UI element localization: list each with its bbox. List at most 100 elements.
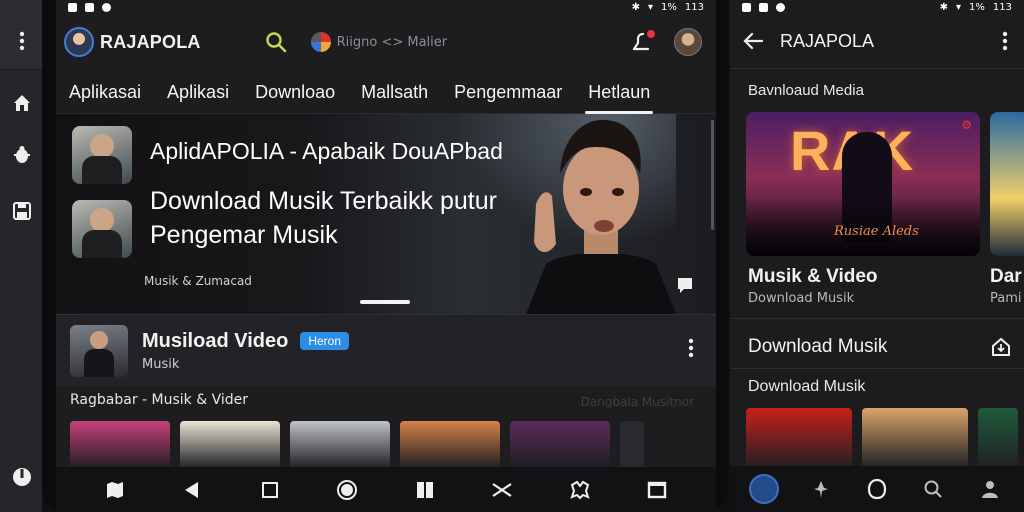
carousel-indicator <box>360 300 410 304</box>
brand-title: RAJAPOLA <box>100 31 201 52</box>
nav-home-icon[interactable] <box>862 474 892 504</box>
divider <box>730 68 1024 69</box>
download-house-icon[interactable] <box>990 336 1012 358</box>
tab-aplikasi[interactable]: Aplikasi <box>154 70 242 114</box>
status-time: 113 <box>684 1 704 13</box>
list-item-subtitle: Musik <box>142 356 180 372</box>
window-icon[interactable] <box>645 478 669 502</box>
list-item-badge: Heron <box>300 332 350 350</box>
status-bar: ✱ ▾ 1% 113 <box>56 0 716 14</box>
clock-icon <box>102 2 111 12</box>
system-nav-bar <box>56 467 716 512</box>
hero-caption: Musik & Zumacad <box>144 274 252 288</box>
nav-search-icon[interactable] <box>918 474 948 504</box>
media-card[interactable] <box>620 421 644 469</box>
section-link[interactable]: Dangbala Musitnor <box>581 395 694 409</box>
card-art-signature: Rusiae Aleds <box>834 224 919 239</box>
nav-profile-icon[interactable] <box>975 474 1005 504</box>
left-phone: ✱ ▾ 1% 113 RAJAPOLA Riigno <> Malier Apl… <box>42 0 728 512</box>
hero-scrollbar[interactable] <box>711 120 714 230</box>
divider <box>730 368 1024 369</box>
list-item-title: Musiload Video <box>142 329 289 352</box>
tab-downloao[interactable]: Downloao <box>242 70 348 114</box>
featured-media-card[interactable]: RAK Rusiae Aleds ⚙ <box>746 112 980 256</box>
nav-pin-icon[interactable] <box>806 474 836 504</box>
tab-mallsath[interactable]: Mallsath <box>348 70 441 114</box>
media-strip <box>746 408 1018 468</box>
language-label: Riigno <> Malier <box>336 34 448 50</box>
image-icon <box>85 2 94 12</box>
notification-bell-icon[interactable] <box>630 29 656 55</box>
card-title: Musik & Video <box>748 266 878 287</box>
divider <box>730 318 1024 319</box>
section-title-2: Download Musik <box>748 378 866 395</box>
card2-subtitle: Pami <box>990 291 1022 306</box>
download-row-label[interactable]: Download Musik <box>748 336 887 358</box>
right-phone: ✱ ▾ 1% 113 RAJAPOLA Bavnloaud Media RAK … <box>730 0 1024 512</box>
back-arrow-icon[interactable] <box>742 30 764 52</box>
media-card[interactable] <box>290 421 390 469</box>
side-rail <box>0 0 42 512</box>
hero-subtitle: Download Musik Terbaikk putur Pengemar M… <box>150 187 497 249</box>
wifi-icon: ▾ <box>956 1 962 13</box>
hero-thumbnail-2[interactable] <box>72 200 132 258</box>
notification-icon <box>742 2 751 12</box>
search-icon[interactable] <box>265 31 287 53</box>
list-item[interactable]: Musiload Video Heron Musik <box>56 314 716 386</box>
language-selector[interactable]: Riigno <> Malier <box>310 32 448 52</box>
account-avatar[interactable] <box>674 28 702 56</box>
media-card[interactable] <box>510 421 610 469</box>
shuffle-icon[interactable] <box>490 478 514 502</box>
media-card-peek[interactable] <box>990 112 1024 256</box>
media-card[interactable] <box>180 421 280 469</box>
wifi-icon: ▾ <box>648 1 654 13</box>
more-vert-icon[interactable] <box>1002 31 1008 51</box>
hero-banner[interactable]: AplidAPOLIA - Apabaik DouAPbad Download … <box>56 114 716 314</box>
hero-thumbnail-1[interactable] <box>72 126 132 184</box>
clock-icon <box>776 2 785 12</box>
media-strip <box>70 421 644 469</box>
battery-text: 1% <box>969 1 985 13</box>
media-card[interactable] <box>70 421 170 469</box>
media-card[interactable] <box>400 421 500 469</box>
bluetooth-icon: ✱ <box>631 1 640 13</box>
tab-bar: Aplikasai Aplikasi Downloao Mallsath Pen… <box>56 70 716 114</box>
status-time: 113 <box>992 1 1012 13</box>
tab-hetlaun[interactable]: Hetlaun <box>575 70 663 114</box>
media-card[interactable] <box>862 408 968 468</box>
tab-aplikasai[interactable]: Aplikasai <box>56 70 154 114</box>
card2-title: Dar <box>990 266 1022 287</box>
image-icon <box>759 2 768 12</box>
status-bar: ✱ ▾ 1% 113 <box>730 0 1024 14</box>
book-icon[interactable] <box>413 478 437 502</box>
nav-compass-icon[interactable] <box>749 474 780 504</box>
hero-title: AplidAPOLIA - Apabaik DouAPbad <box>150 138 503 164</box>
profile-avatar[interactable] <box>64 27 94 57</box>
gamepad-icon[interactable] <box>568 478 592 502</box>
save-icon[interactable] <box>11 200 33 222</box>
tab-pengemmaar[interactable]: Pengemmaar <box>441 70 575 114</box>
screenshot-root: ✱ ▾ 1% 113 RAJAPOLA Riigno <> Malier Apl… <box>0 0 1024 512</box>
favorite-icon[interactable]: ⚙ <box>961 118 972 132</box>
back-triangle-icon[interactable] <box>180 478 204 502</box>
notification-dot <box>647 30 655 38</box>
power-icon[interactable] <box>11 466 33 488</box>
media-card[interactable] <box>978 408 1018 468</box>
map-icon[interactable] <box>103 478 127 502</box>
home-icon[interactable] <box>11 92 33 114</box>
section-title: Ragbabar - Musik & Vider <box>70 392 249 408</box>
square-icon[interactable] <box>258 478 282 502</box>
notification-icon <box>68 2 77 12</box>
more-vert-icon[interactable] <box>11 30 33 52</box>
battery-text: 1% <box>661 1 677 13</box>
top-app-bar: RAJAPOLA Riigno <> Malier <box>56 16 716 68</box>
record-icon[interactable] <box>335 478 359 502</box>
more-vert-icon[interactable] <box>688 337 694 359</box>
bottom-nav-bar <box>730 466 1024 512</box>
section-title: Bavnloaud Media <box>748 82 864 99</box>
list-item-thumbnail <box>70 324 128 377</box>
chat-bubble-icon[interactable] <box>674 274 696 296</box>
bug-icon[interactable] <box>11 144 33 166</box>
media-card[interactable] <box>746 408 852 468</box>
top-app-bar: RAJAPOLA <box>730 16 1024 66</box>
